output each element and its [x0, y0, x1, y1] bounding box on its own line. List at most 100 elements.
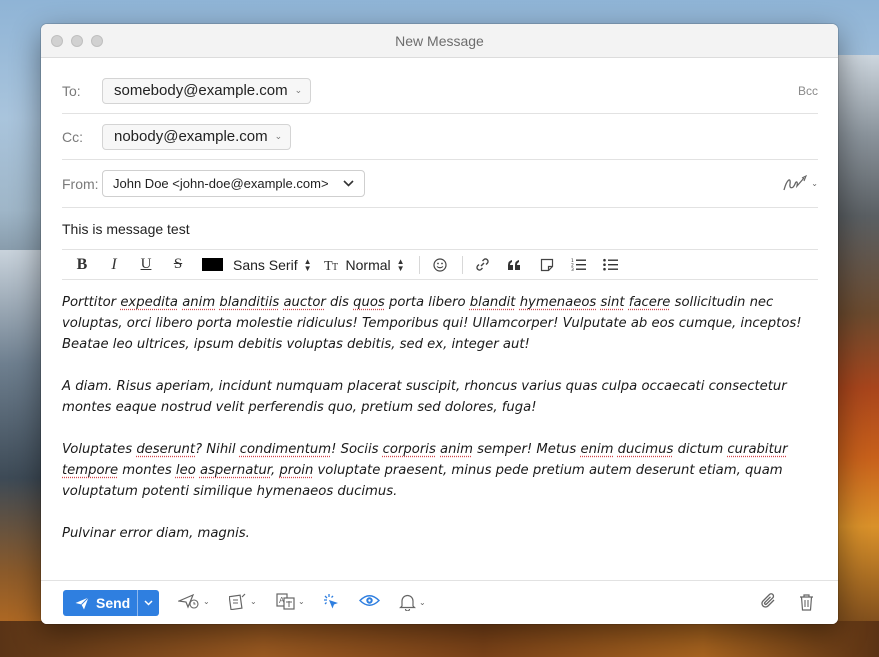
up-down-arrows-icon: ▲ ▼: [303, 256, 312, 273]
chevron-down-icon: ⌄: [419, 597, 426, 607]
body-text-run: Porttitor: [62, 295, 121, 310]
send-options-button[interactable]: [137, 590, 159, 616]
ordered-list-button[interactable]: 123: [567, 254, 591, 276]
smiley-icon: [432, 257, 447, 272]
misspelled-word: auctor: [283, 295, 326, 310]
underline-button[interactable]: U: [134, 254, 158, 276]
read-receipt-button[interactable]: [359, 593, 380, 608]
body-paragraph: Porttitor expedita anim blanditiis aucto…: [62, 292, 818, 355]
body-text-run: porta libero: [384, 295, 470, 310]
toolbar-divider: [461, 255, 463, 274]
misspelled-word: facere: [628, 295, 671, 310]
misspelled-word: blanditiis: [219, 295, 280, 310]
body-text-run: ! Sociis: [331, 442, 383, 457]
body-text-run: dictum: [673, 442, 728, 457]
misspelled-word: hymenaeos: [519, 295, 597, 310]
window-title: New Message: [395, 33, 484, 49]
body-paragraph: Voluptates deserunt? Nihil condimentum! …: [62, 439, 818, 502]
body-text-run: A diam. Risus aperiam, incidunt numquam …: [62, 379, 787, 415]
paperclip-icon: [761, 593, 775, 608]
message-body-editor[interactable]: Porttitor expedita anim blanditiis aucto…: [62, 292, 818, 565]
code-block-button[interactable]: [535, 254, 559, 276]
font-size-select[interactable]: TT Normal ▲ ▼: [324, 257, 405, 273]
send-later-icon: [178, 593, 199, 609]
strikethrough-button[interactable]: S: [166, 254, 190, 276]
chevron-down-icon: ⌄: [294, 85, 303, 95]
svg-text:3: 3: [571, 267, 574, 271]
toolbar-divider: [418, 255, 420, 274]
templates-button[interactable]: ⌄: [229, 593, 257, 610]
from-row: From: John Doe <john-doe@example.com> ⌄: [62, 160, 818, 208]
insert-link-button[interactable]: [471, 254, 495, 276]
font-family-select[interactable]: Sans Serif ▲ ▼: [233, 257, 312, 273]
signature-button[interactable]: ⌄: [782, 174, 818, 193]
to-recipient-chip[interactable]: somebody@example.com ⌄: [102, 77, 312, 104]
misspelled-word: deserunt: [136, 442, 196, 457]
paper-plane-icon: [75, 596, 89, 609]
from-select[interactable]: John Doe <john-doe@example.com>: [102, 170, 365, 197]
misspelled-word: proin: [279, 463, 314, 478]
body-paragraph: A diam. Risus aperiam, incidunt numquam …: [62, 376, 818, 418]
wallpaper-right: [837, 55, 879, 630]
chevron-down-icon: ⌄: [298, 597, 305, 606]
bullet-list-button[interactable]: [599, 254, 623, 276]
reminder-button[interactable]: ⌄: [399, 593, 426, 611]
font-family-value: Sans Serif: [233, 256, 298, 273]
title-bar: New Message: [41, 24, 838, 58]
discard-button[interactable]: [799, 593, 814, 611]
translate-button[interactable]: A ⌄: [276, 593, 305, 610]
templates-icon: [229, 593, 246, 610]
body-text-run: Voluptates: [62, 442, 137, 457]
font-size-value: Normal: [345, 256, 391, 273]
misspelled-word: tempore: [62, 463, 119, 478]
text-size-icon: TT: [324, 259, 338, 272]
chevron-down-icon: [144, 600, 153, 606]
bell-icon: [399, 594, 416, 611]
bcc-button[interactable]: Bcc: [798, 84, 818, 98]
trash-icon: [800, 594, 813, 611]
subject-field[interactable]: This is message test: [62, 208, 818, 250]
send-button-group: Send: [63, 590, 159, 616]
misspelled-word: quos: [353, 295, 385, 310]
misspelled-word: leo: [175, 463, 196, 478]
cc-recipient-value: nobody@example.com: [114, 128, 268, 145]
body-text-run: Pulvinar error diam, magnis.: [62, 526, 250, 541]
chevron-down-icon: ⌄: [274, 131, 283, 141]
from-value: John Doe <john-doe@example.com>: [113, 176, 329, 191]
schedule-send-button[interactable]: ⌄: [178, 593, 210, 609]
text-color-swatch[interactable]: [202, 258, 223, 271]
blockquote-button[interactable]: [503, 254, 527, 276]
chevron-down-icon: ⌄: [811, 179, 818, 188]
misspelled-word: enim: [580, 442, 614, 457]
compose-footer: Send ⌄ ⌄ A ⌄ ⌄: [41, 580, 838, 624]
body-text-run: ? Nihil: [195, 442, 240, 457]
misspelled-word: condimentum: [239, 442, 332, 457]
emoji-button[interactable]: [428, 254, 452, 276]
track-clicks-button[interactable]: [322, 593, 341, 612]
chevron-down-icon: ⌄: [203, 596, 210, 606]
translate-icon: A: [276, 593, 295, 610]
compose-window: New Message To: somebody@example.com ⌄ B…: [41, 24, 838, 624]
chevron-down-icon: ⌄: [250, 597, 257, 606]
cc-label: Cc:: [62, 128, 83, 145]
wallpaper-left: [0, 250, 45, 630]
note-icon: [540, 258, 553, 271]
italic-button[interactable]: I: [102, 254, 126, 276]
wallpaper-bottom: [0, 621, 879, 657]
numbered-list-icon: 123: [571, 258, 587, 271]
formatting-toolbar: B I U S Sans Serif ▲ ▼ TT Normal ▲ ▼ 123: [62, 250, 818, 280]
misspelled-word: anim: [182, 295, 216, 310]
eye-icon: [359, 595, 380, 606]
cc-recipient-chip[interactable]: nobody@example.com ⌄: [102, 123, 292, 150]
subject-value: This is message test: [62, 220, 190, 237]
attach-button[interactable]: [760, 593, 777, 610]
svg-text:T: T: [332, 262, 338, 272]
misspelled-word: expedita: [120, 295, 179, 310]
misspelled-word: anim: [440, 442, 473, 457]
send-button[interactable]: Send: [63, 595, 137, 611]
misspelled-word: curabitur: [727, 442, 788, 457]
from-label: From:: [62, 175, 99, 192]
body-text-run: montes: [118, 463, 176, 478]
body-text-run: dis: [325, 295, 354, 310]
bold-button[interactable]: B: [70, 254, 94, 276]
